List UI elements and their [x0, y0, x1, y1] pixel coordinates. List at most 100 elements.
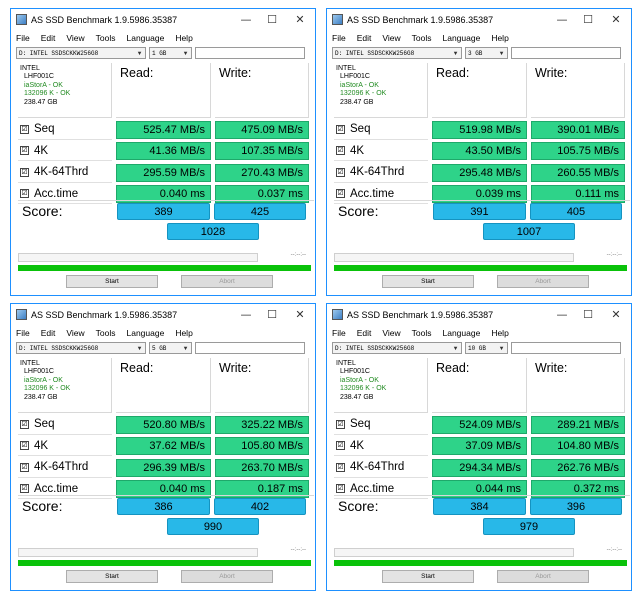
menu-file[interactable]: File	[332, 328, 346, 338]
driver-status: iaStorA - OK	[340, 376, 379, 384]
4k-write-value: 105.75 MB/s	[531, 142, 625, 160]
menu-language[interactable]: Language	[442, 328, 480, 338]
4k64-label: 4K-64Thrd	[350, 166, 405, 178]
seq-read-value: 525.47 MB/s	[116, 120, 211, 139]
alignment-status: 132096 K - OK	[340, 385, 387, 393]
menu-tools[interactable]: Tools	[412, 328, 432, 338]
elapsed-time: --:--:--	[606, 547, 622, 553]
drive-model: INTEL	[20, 360, 40, 367]
menu-edit[interactable]: Edit	[41, 328, 56, 338]
minimize-icon[interactable]: —	[549, 304, 575, 325]
start-button[interactable]: Start	[66, 275, 158, 288]
drive-capacity: 238.47 GB	[24, 393, 58, 401]
drive-select[interactable]: D: INTEL SSDSCKKW256G8 ▼	[332, 342, 462, 354]
menu-edit[interactable]: Edit	[41, 33, 56, 43]
write-header: Write:	[215, 358, 309, 413]
4k64-checkbox[interactable]: ☑	[20, 167, 29, 177]
seq-checkbox[interactable]: ☑	[336, 419, 345, 429]
4k-checkbox[interactable]: ☑	[20, 146, 29, 155]
window-title: AS SSD Benchmark 1.9.5986.35387	[347, 309, 494, 320]
menu-file[interactable]: File	[16, 33, 30, 43]
4k-label: 4K	[34, 144, 49, 157]
drive-select[interactable]: D: INTEL SSDSCKKW256G8 ▼	[332, 47, 462, 59]
maximize-icon[interactable]: ☐	[259, 304, 285, 325]
4k-checkbox[interactable]: ☑	[336, 441, 345, 450]
seq-read-value: 519.98 MB/s	[432, 120, 527, 139]
size-select[interactable]: 10 GB ▼	[465, 342, 508, 354]
menu-tools[interactable]: Tools	[96, 33, 116, 43]
menu-view[interactable]: View	[382, 33, 400, 43]
size-select[interactable]: 3 GB ▼	[465, 47, 508, 59]
acc-checkbox[interactable]: ☑	[20, 189, 29, 198]
4k64-checkbox[interactable]: ☑	[336, 167, 345, 177]
menu-language[interactable]: Language	[442, 33, 480, 43]
seq-checkbox[interactable]: ☑	[20, 419, 29, 429]
drive-select[interactable]: D: INTEL SSDSCKKW256G8 ▼	[16, 342, 146, 354]
maximize-icon[interactable]: ☐	[259, 9, 285, 30]
name-input[interactable]	[195, 342, 305, 354]
total-score: 990	[167, 518, 259, 535]
abort-button[interactable]: Abort	[181, 570, 273, 583]
menu-language[interactable]: Language	[126, 33, 164, 43]
close-icon[interactable]: ✕	[601, 304, 631, 325]
4k-checkbox[interactable]: ☑	[336, 146, 345, 155]
driver-status: iaStorA - OK	[340, 81, 379, 89]
close-icon[interactable]: ✕	[285, 9, 315, 30]
close-icon[interactable]: ✕	[601, 9, 631, 30]
menu-view[interactable]: View	[66, 33, 84, 43]
menu-help[interactable]: Help	[175, 328, 192, 338]
abort-button[interactable]: Abort	[497, 275, 589, 288]
acc-checkbox[interactable]: ☑	[336, 484, 345, 493]
menu-tools[interactable]: Tools	[96, 328, 116, 338]
menu-file[interactable]: File	[16, 328, 30, 338]
benchmark-window-1: AS SSD Benchmark 1.9.5986.35387 — ☐ ✕ Fi…	[10, 8, 316, 296]
menu-file[interactable]: File	[332, 33, 346, 43]
menu-view[interactable]: View	[382, 328, 400, 338]
acc-checkbox[interactable]: ☑	[20, 484, 29, 493]
start-button[interactable]: Start	[382, 275, 474, 288]
name-input[interactable]	[511, 342, 621, 354]
close-icon[interactable]: ✕	[285, 304, 315, 325]
drive-model: INTEL	[20, 65, 40, 72]
write-score: 425	[214, 203, 306, 220]
start-button[interactable]: Start	[382, 570, 474, 583]
menu-help[interactable]: Help	[491, 33, 508, 43]
size-select[interactable]: 5 GB ▼	[149, 342, 192, 354]
menu-tools[interactable]: Tools	[412, 33, 432, 43]
4k64-read-value: 295.59 MB/s	[116, 163, 211, 182]
name-input[interactable]	[511, 47, 621, 59]
name-input[interactable]	[195, 47, 305, 59]
seq-write-value: 475.09 MB/s	[215, 120, 309, 139]
driver-status: iaStorA - OK	[24, 81, 63, 89]
start-button[interactable]: Start	[66, 570, 158, 583]
menu-edit[interactable]: Edit	[357, 328, 372, 338]
minimize-icon[interactable]: —	[233, 304, 259, 325]
4k-checkbox[interactable]: ☑	[20, 441, 29, 450]
minimize-icon[interactable]: —	[549, 9, 575, 30]
menu-help[interactable]: Help	[175, 33, 192, 43]
size-select[interactable]: 1 GB ▼	[149, 47, 192, 59]
window-title: AS SSD Benchmark 1.9.5986.35387	[347, 14, 494, 25]
4k64-checkbox[interactable]: ☑	[20, 462, 29, 472]
4k64-checkbox[interactable]: ☑	[336, 462, 345, 472]
progress-row: --:--:--	[18, 252, 314, 264]
drive-select[interactable]: D: INTEL SSDSCKKW256G8 ▼	[16, 47, 146, 59]
seq-row-label: ☑ Seq	[18, 415, 112, 435]
total-score: 979	[483, 518, 575, 535]
seq-write-value: 325.22 MB/s	[215, 415, 309, 434]
minimize-icon[interactable]: —	[233, 9, 259, 30]
size-select-value: 3 GB	[468, 49, 483, 57]
menu-view[interactable]: View	[66, 328, 84, 338]
abort-button[interactable]: Abort	[181, 275, 273, 288]
abort-button[interactable]: Abort	[497, 570, 589, 583]
seq-checkbox[interactable]: ☑	[20, 124, 29, 134]
drive-firmware: LHF001C	[340, 368, 370, 376]
seq-checkbox[interactable]: ☑	[336, 124, 345, 134]
menu-edit[interactable]: Edit	[357, 33, 372, 43]
button-row: Start Abort	[11, 275, 315, 289]
maximize-icon[interactable]: ☐	[575, 304, 601, 325]
maximize-icon[interactable]: ☐	[575, 9, 601, 30]
acc-checkbox[interactable]: ☑	[336, 189, 345, 198]
menu-language[interactable]: Language	[126, 328, 164, 338]
menu-help[interactable]: Help	[491, 328, 508, 338]
